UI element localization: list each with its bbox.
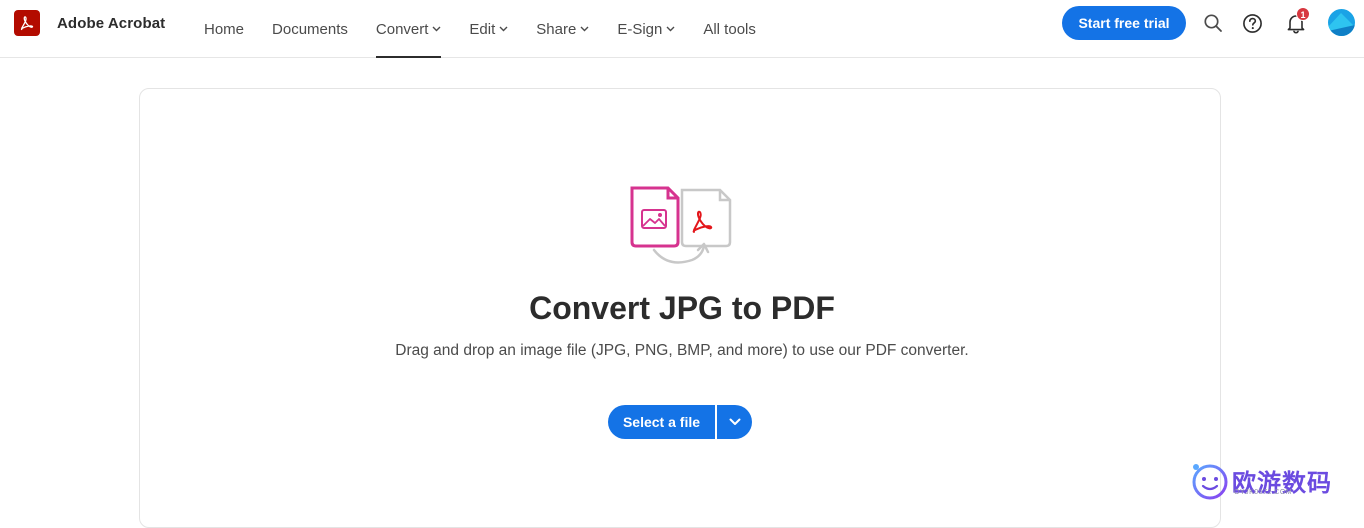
nav-esign[interactable]: E-Sign <box>617 0 675 58</box>
main-nav: Home Documents Convert Edit Share E-Sign <box>204 0 784 58</box>
nav-label: Share <box>536 20 577 38</box>
nav-documents[interactable]: Documents <box>272 0 348 58</box>
brand-name: Adobe Acrobat <box>57 14 166 32</box>
watermark-logo-icon <box>1192 464 1228 500</box>
nav-edit[interactable]: Edit <box>469 0 508 58</box>
nav-all-tools[interactable]: All tools <box>703 0 756 58</box>
notification-badge: 1 <box>1296 7 1310 21</box>
page-title: Convert JPG to PDF <box>529 290 835 326</box>
chevron-down-icon <box>729 418 741 426</box>
nav-home[interactable]: Home <box>204 0 244 58</box>
acrobat-logo-icon <box>14 10 40 36</box>
chevron-down-icon <box>666 26 675 32</box>
nav-label: Home <box>204 20 245 38</box>
chevron-down-icon <box>432 26 441 32</box>
nav-share[interactable]: Share <box>536 0 589 58</box>
nav-label: Edit <box>469 20 496 38</box>
brand[interactable]: Adobe Acrobat <box>14 10 165 36</box>
nav-label: Convert <box>375 20 429 38</box>
nav-convert[interactable]: Convert <box>375 0 442 58</box>
help-icon[interactable] <box>1239 10 1265 36</box>
watermark: 欧游数码 OYJK0572.COM <box>1190 461 1350 501</box>
select-file-group: Select a file <box>608 405 752 439</box>
watermark-subtext: OYJK0572.COM <box>1234 489 1293 496</box>
image-to-pdf-icon <box>628 184 736 268</box>
avatar[interactable] <box>1328 9 1355 36</box>
nav-label: E-Sign <box>617 20 663 38</box>
bell-icon[interactable]: 1 <box>1283 7 1310 36</box>
start-free-trial-button[interactable]: Start free trial <box>1062 6 1186 40</box>
top-navigation-bar: Adobe Acrobat Home Documents Convert Edi… <box>0 0 1364 58</box>
chevron-down-icon <box>580 26 589 32</box>
select-options-button[interactable] <box>717 405 752 439</box>
nav-label: All tools <box>703 20 756 38</box>
page-subtitle: Drag and drop an image file (JPG, PNG, B… <box>395 342 969 359</box>
select-file-button[interactable]: Select a file <box>608 405 715 439</box>
nav-label: Documents <box>272 20 348 38</box>
search-icon[interactable] <box>1200 10 1226 36</box>
chevron-down-icon <box>499 26 508 32</box>
